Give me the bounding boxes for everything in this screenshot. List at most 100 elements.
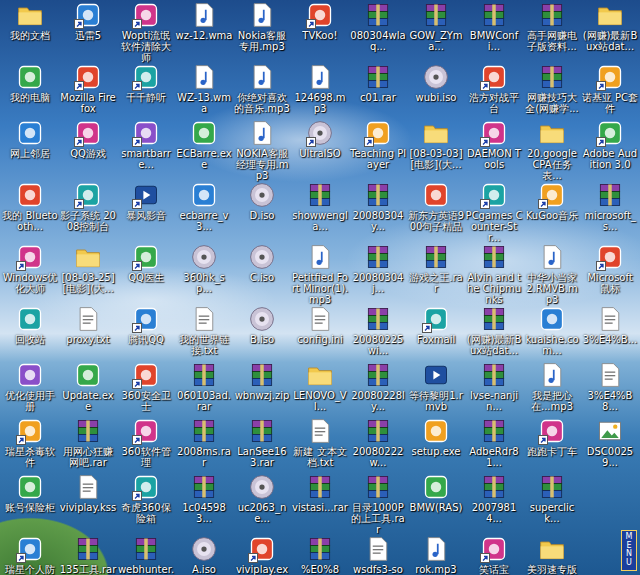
desktop-icon[interactable]: uc2063_ne... bbox=[233, 473, 291, 535]
desktop-icon[interactable]: WZ-13.wma bbox=[175, 63, 233, 119]
desktop-icon[interactable]: C.iso bbox=[233, 243, 291, 305]
desktop-icon[interactable]: 暴风影音 bbox=[117, 181, 175, 243]
desktop-icon[interactable]: AdbeRdr81... bbox=[465, 417, 523, 473]
desktop-icon[interactable]: microsoft_s... bbox=[581, 181, 639, 243]
desktop-icon[interactable]: [08-03-03][电影](大... bbox=[407, 119, 465, 181]
desktop-icon[interactable]: 360安全卫士 bbox=[117, 361, 175, 417]
desktop-icon[interactable]: Adobe Audition 3.0 bbox=[581, 119, 639, 181]
desktop-icon[interactable]: 游戏之王.rar bbox=[407, 243, 465, 305]
desktop-icon[interactable]: 中华小当家 2.RMVB.mp3 bbox=[523, 243, 581, 305]
desktop-icon[interactable]: 瑞星个人防火墙 bbox=[1, 535, 59, 575]
menu-widget[interactable]: MENU bbox=[621, 530, 637, 571]
desktop-icon[interactable]: 我的电脑 bbox=[1, 63, 59, 119]
desktop-icon[interactable]: 笑话宝 bbox=[465, 535, 523, 575]
desktop-icon[interactable]: DAEMON Tools bbox=[465, 119, 523, 181]
desktop-icon[interactable]: 20080222w... bbox=[349, 417, 407, 473]
desktop-icon[interactable]: PCgames Counter-Str... bbox=[465, 181, 523, 243]
desktop-icon[interactable]: 20079814... bbox=[465, 473, 523, 535]
desktop-icon[interactable]: NOKIA客服经理专用.mp3 bbox=[233, 119, 291, 181]
desktop-icon[interactable]: webhunter.rar bbox=[117, 535, 175, 575]
desktop-icon[interactable]: 目录1000P的上工具.rar bbox=[349, 473, 407, 535]
desktop-icon[interactable]: Alvin and the Chipmunks bbox=[465, 243, 523, 305]
desktop-icon[interactable]: 优化使用手册 bbox=[1, 361, 59, 417]
desktop-icon[interactable]: viviplay.kss bbox=[59, 473, 117, 535]
desktop-icon[interactable]: proxy.txt bbox=[59, 305, 117, 361]
desktop-icon[interactable]: 060103ad.rar bbox=[175, 361, 233, 417]
desktop-icon[interactable]: QQ游戏 bbox=[59, 119, 117, 181]
desktop-icon[interactable]: 124698.mp3 bbox=[291, 63, 349, 119]
desktop-icon[interactable]: [08-03-25][电影](大... bbox=[59, 243, 117, 305]
desktop-icon[interactable]: Mozilla Firefox bbox=[59, 63, 117, 119]
desktop-icon[interactable]: TVKoo! bbox=[291, 1, 349, 63]
desktop-icon[interactable]: Teaching Player bbox=[349, 119, 407, 181]
desktop-icon[interactable]: wubi.iso bbox=[407, 63, 465, 119]
desktop-icon[interactable]: wbnwzj.zip bbox=[233, 361, 291, 417]
desktop-icon[interactable]: 我的世界链接.txt bbox=[175, 305, 233, 361]
desktop-icon[interactable]: 2008ms.rar bbox=[175, 417, 233, 473]
desktop-icon[interactable]: Microsoft 鼠标 bbox=[581, 243, 639, 305]
desktop-icon[interactable]: 3%E4%B8... bbox=[581, 361, 639, 417]
desktop-icon[interactable]: LanSee163.rar bbox=[233, 417, 291, 473]
desktop-icon[interactable]: A.iso bbox=[175, 535, 233, 575]
desktop-icon[interactable]: 360hk_sp... bbox=[175, 243, 233, 305]
desktop-icon[interactable]: showwengla... bbox=[291, 181, 349, 243]
desktop-icon[interactable]: 浩方对战平台 bbox=[465, 63, 523, 119]
desktop-icon[interactable]: BMWConfi... bbox=[465, 1, 523, 63]
desktop-icon[interactable]: rok.mp3 bbox=[407, 535, 465, 575]
desktop-icon[interactable]: (网赚)最新Bux站dat... bbox=[581, 1, 639, 63]
desktop-icon[interactable]: 20080225wi... bbox=[349, 305, 407, 361]
desktop-icon[interactable]: setup.exe bbox=[407, 417, 465, 473]
desktop-icon[interactable]: lvse-nanjin... bbox=[465, 361, 523, 417]
desktop-icon[interactable]: 高手网赚电子版资料... bbox=[523, 1, 581, 63]
desktop-icon[interactable]: kuaishe.com... bbox=[523, 305, 581, 361]
desktop-icon[interactable]: vistasi...rar bbox=[291, 473, 349, 535]
desktop-icon[interactable]: 网上邻居 bbox=[1, 119, 59, 181]
desktop-icon[interactable]: 我是把心在...mp3 bbox=[523, 361, 581, 417]
desktop-icon[interactable]: 腾讯QQ bbox=[117, 305, 175, 361]
desktop-icon[interactable]: 3%E4%B... bbox=[581, 305, 639, 361]
desktop-icon[interactable]: c01.rar bbox=[349, 63, 407, 119]
desktop-icon[interactable]: UltraISO bbox=[291, 119, 349, 181]
desktop-icon[interactable]: 美羽速专版 SuperClick... bbox=[523, 535, 581, 575]
desktop-icon[interactable]: LENOVO_VI... bbox=[291, 361, 349, 417]
desktop-icon[interactable]: 新建 文本文档.txt bbox=[291, 417, 349, 473]
desktop-icon[interactable]: Foxmail bbox=[407, 305, 465, 361]
desktop-icon[interactable]: GOW_ZYma... bbox=[407, 1, 465, 63]
desktop-icon[interactable]: KuGoo音乐 bbox=[523, 181, 581, 243]
desktop-icon[interactable]: DSC00259... bbox=[581, 417, 639, 473]
desktop-icon[interactable]: 诺基亚 PC套件 bbox=[581, 63, 639, 119]
desktop-icon[interactable]: 跑跑卡丁车 bbox=[523, 417, 581, 473]
desktop-icon[interactable]: 135工具.rar bbox=[59, 535, 117, 575]
desktop-icon[interactable]: 你绝对喜欢的音乐.mp3 bbox=[233, 63, 291, 119]
desktop-icon[interactable]: Petitfied Fort Minor(1).mp3 bbox=[291, 243, 349, 305]
desktop-icon[interactable]: 影子系统 2008控制台 bbox=[59, 181, 117, 243]
desktop-icon[interactable]: 用网心狂赚网吧.rar bbox=[59, 417, 117, 473]
desktop-icon[interactable]: 账号保险柜 bbox=[1, 473, 59, 535]
desktop-icon[interactable]: superclick... bbox=[523, 473, 581, 535]
desktop-icon[interactable]: 20080228ly... bbox=[349, 361, 407, 417]
desktop-icon[interactable]: ECBarre.exe bbox=[175, 119, 233, 181]
desktop-icon[interactable]: 新东方英语900句子精品 bbox=[407, 181, 465, 243]
desktop-icon[interactable]: Nokia客服专用.mp3 bbox=[233, 1, 291, 63]
desktop-icon[interactable]: 我的文档 bbox=[1, 1, 59, 63]
desktop-icon[interactable]: QQ医生 bbox=[117, 243, 175, 305]
desktop-icon[interactable]: 瑞星杀毒软件 bbox=[1, 417, 59, 473]
desktop-icon[interactable]: 等待黎明1.rmvb bbox=[407, 361, 465, 417]
desktop-icon[interactable]: B.iso bbox=[233, 305, 291, 361]
desktop-icon[interactable]: 回收站 bbox=[1, 305, 59, 361]
desktop-icon[interactable]: 20080304y... bbox=[349, 181, 407, 243]
desktop-icon[interactable]: 20.google CPA任务表... bbox=[523, 119, 581, 181]
desktop-icon[interactable]: config.ini bbox=[291, 305, 349, 361]
desktop-icon[interactable]: 千千静听 bbox=[117, 63, 175, 119]
desktop-icon[interactable]: Update.exe bbox=[59, 361, 117, 417]
desktop-icon[interactable]: 奇虎360保险箱 bbox=[117, 473, 175, 535]
desktop-icon[interactable]: smartbarre... bbox=[117, 119, 175, 181]
desktop-icon[interactable]: 1c045983... bbox=[175, 473, 233, 535]
desktop-icon[interactable]: 360软件管理 bbox=[117, 417, 175, 473]
desktop-icon[interactable]: ecbarre_v3... bbox=[175, 181, 233, 243]
desktop-icon[interactable]: 080304wlaq... bbox=[349, 1, 407, 63]
desktop-icon[interactable]: 迅雷5 bbox=[59, 1, 117, 63]
desktop-icon[interactable]: (网赚)最新Bux站dat... bbox=[465, 305, 523, 361]
desktop-icon[interactable]: Wopti流氓软件清除大师 bbox=[117, 1, 175, 63]
desktop-icon[interactable]: 网赚技巧大全(网赚学... bbox=[523, 63, 581, 119]
